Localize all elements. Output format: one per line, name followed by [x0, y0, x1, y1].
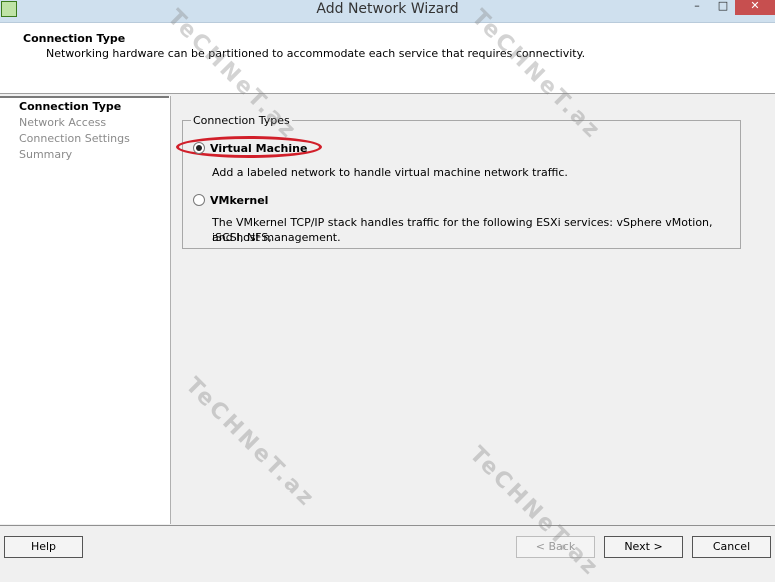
radio-selected-dot [196, 145, 202, 151]
wizard-header: Connection Type Networking hardware can … [0, 23, 775, 94]
sidebar-divider [0, 96, 169, 98]
title-bar: Add Network Wizard – □ ✕ [0, 0, 775, 23]
window-title: Add Network Wizard [316, 1, 459, 17]
cancel-button[interactable]: Cancel [692, 536, 771, 558]
group-label: Connection Types [191, 114, 292, 127]
wizard-footer: Help < Back Next > Cancel [0, 525, 775, 572]
back-button[interactable]: < Back [516, 536, 595, 558]
virtual-machine-description: Add a labeled network to handle virtual … [212, 166, 568, 179]
step-connection-type[interactable]: Connection Type [19, 100, 121, 114]
help-button[interactable]: Help [4, 536, 83, 558]
vmkernel-label[interactable]: VMkernel [210, 194, 268, 207]
next-button[interactable]: Next > [604, 536, 683, 558]
minimize-button[interactable]: – [690, 0, 704, 14]
step-connection-settings[interactable]: Connection Settings [19, 132, 130, 146]
page-title: Connection Type [23, 32, 126, 45]
page-description: Networking hardware can be partitioned t… [46, 47, 586, 60]
connection-types-group: Connection Types Virtual Machine Add a l… [176, 114, 741, 249]
close-button[interactable]: ✕ [735, 0, 775, 15]
wizard-steps-sidebar: Connection Type Network Access Connectio… [0, 96, 171, 524]
step-summary[interactable]: Summary [19, 148, 72, 162]
virtual-machine-label[interactable]: Virtual Machine [210, 142, 307, 155]
maximize-button[interactable]: □ [716, 0, 730, 14]
vmkernel-radio[interactable] [193, 194, 205, 206]
wizard-content: Connection Types Virtual Machine Add a l… [171, 94, 775, 524]
vmkernel-description-line2: and host management. [212, 231, 341, 244]
step-network-access[interactable]: Network Access [19, 116, 106, 130]
virtual-machine-radio[interactable] [193, 142, 205, 154]
